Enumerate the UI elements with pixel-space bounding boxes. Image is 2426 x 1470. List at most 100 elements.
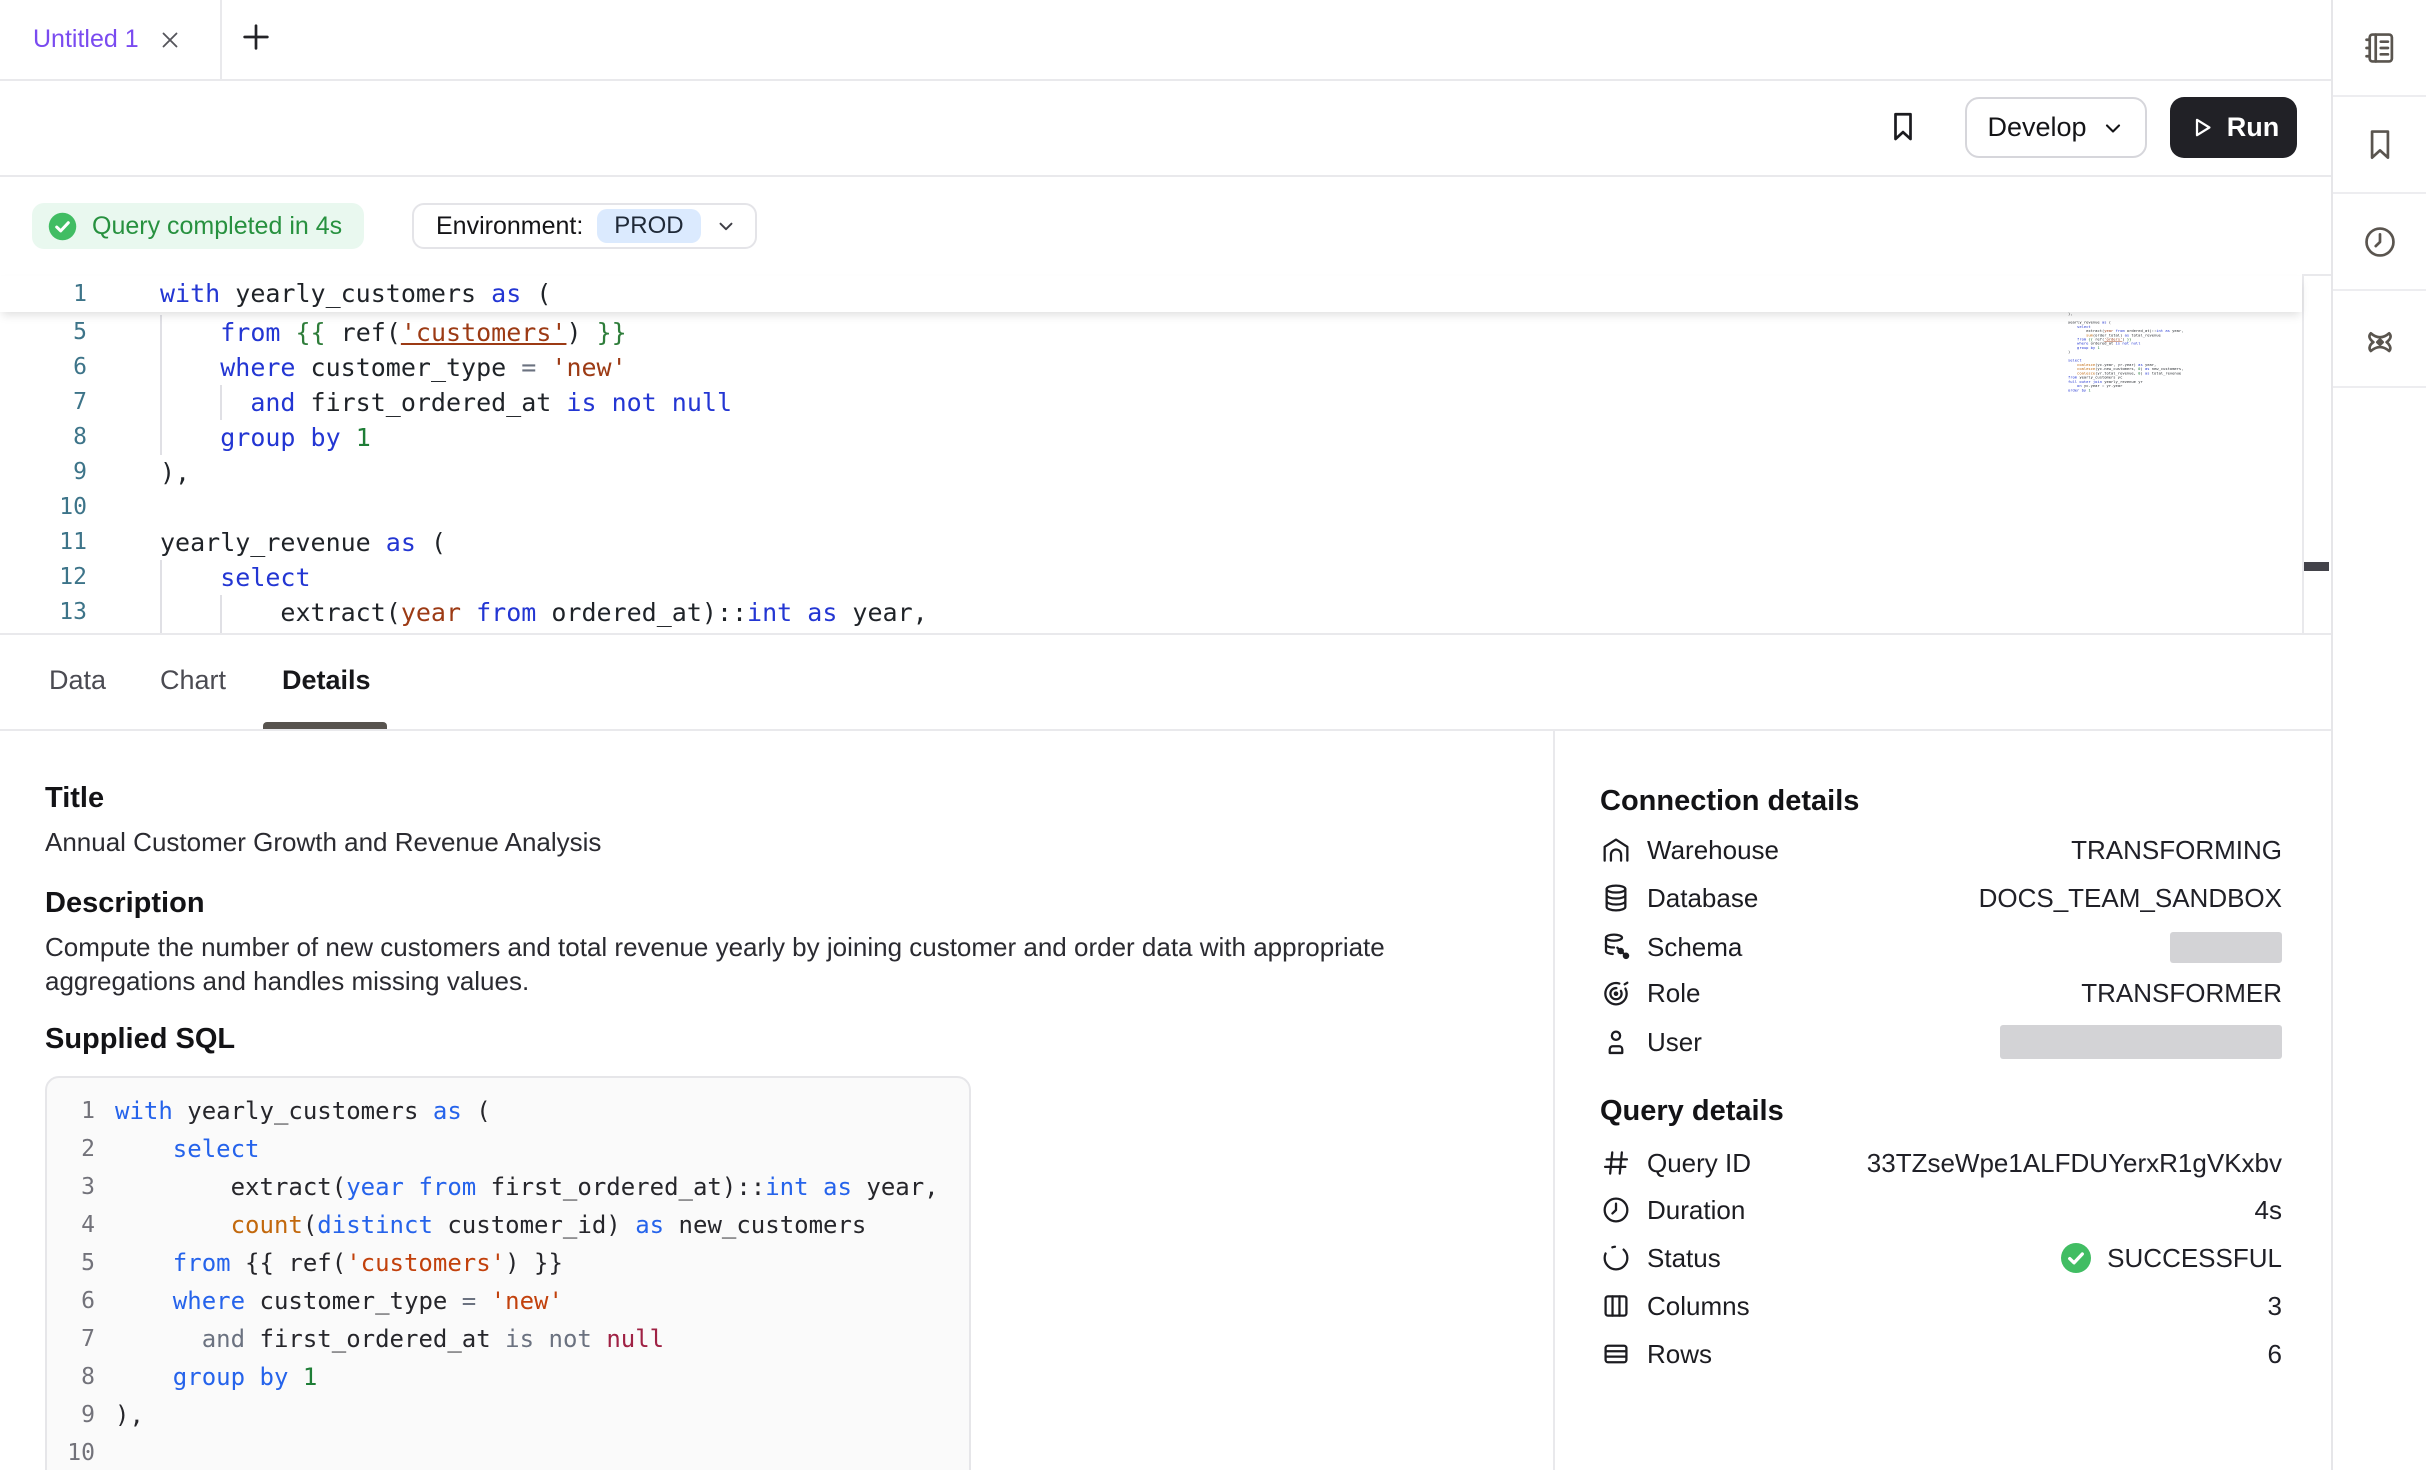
rail-button-history[interactable] [2333, 194, 2426, 291]
detail-row: Schema [1600, 923, 2282, 971]
code-line: 9), [0, 455, 2302, 490]
play-icon [2188, 114, 2215, 141]
row-value: 4s [2255, 1195, 2282, 1226]
rail-button-notebook[interactable] [2333, 0, 2426, 97]
detail-row: Query ID 33TZseWpe1ALFDUYerxR1gVKxbv [1600, 1139, 2282, 1187]
indent-guide [160, 315, 162, 455]
sql-block-line: 1with yearly_customers as ( [47, 1092, 969, 1130]
row-label: Role [1647, 978, 1700, 1009]
sql-block-line: 5 from {{ ref('customers') }} [47, 1244, 969, 1282]
detail-row: User [1600, 1018, 2282, 1066]
row-label: User [1647, 1027, 1702, 1058]
query-details-heading: Query details [1600, 1095, 1784, 1128]
develop-dropdown[interactable]: Develop [1965, 97, 2147, 158]
run-button[interactable]: Run [2170, 97, 2297, 158]
detail-row: StatusSUCCESSFUL [1600, 1234, 2282, 1282]
code-text: select [160, 560, 311, 595]
sql-text: and first_ordered_at is not null [115, 1320, 664, 1358]
detail-row: Role TRANSFORMER [1600, 969, 2282, 1017]
row-value: TRANSFORMING [2071, 835, 2282, 866]
scrollbar-thumb[interactable] [2304, 562, 2329, 571]
sql-editor[interactable]: Query completed in 4s Environment: PROD … [0, 177, 2331, 635]
columns-icon [1600, 1290, 1632, 1322]
code-line: 5 from {{ ref('customers') }} [0, 315, 2302, 350]
tab-data[interactable]: Data [49, 665, 106, 696]
title-text: Annual Customer Growth and Revenue Analy… [45, 825, 601, 859]
rail-button-bookmark[interactable] [2333, 97, 2426, 194]
tab-chart[interactable]: Chart [160, 665, 226, 696]
redacted-value [2170, 932, 2282, 963]
sql-text: ), [115, 1396, 144, 1434]
line-number: 7 [0, 385, 87, 420]
code-line: 10 [0, 490, 2302, 525]
code-text: group by 1 [160, 420, 371, 455]
sql-block-line: 8 group by 1 [47, 1358, 969, 1396]
line-number: 10 [47, 1434, 95, 1470]
close-icon[interactable] [157, 27, 183, 53]
compass-icon [2361, 320, 2399, 358]
code-text: extract(year from ordered_at)::int as ye… [160, 595, 928, 630]
detail-row: Duration 4s [1600, 1186, 2282, 1234]
row-value: TRANSFORMER [2081, 978, 2282, 1009]
tab-details[interactable]: Details [282, 665, 371, 696]
title-heading: Title [45, 782, 104, 815]
sql-text: group by 1 [115, 1358, 317, 1396]
line-number: 11 [0, 525, 87, 560]
bookmark-icon [1885, 109, 1921, 150]
sticky-code-line: 1with yearly_customers as ( [0, 276, 2302, 312]
rows-icon [1600, 1338, 1632, 1370]
code-line: 7 and first_ordered_at is not null [0, 385, 2302, 420]
code-text: and first_ordered_at is not null [160, 385, 732, 420]
row-value: 6 [2268, 1339, 2282, 1370]
description-text: Compute the number of new customers and … [45, 930, 1435, 998]
indent-guide [220, 385, 222, 420]
code-text [160, 490, 175, 525]
line-number: 3 [47, 1168, 95, 1206]
environment-selector[interactable]: Environment: PROD [412, 203, 757, 249]
run-label: Run [2227, 112, 2279, 143]
details-panel: Title Annual Customer Growth and Revenue… [0, 731, 2331, 1470]
editor-tab-bar: Untitled 1 [0, 0, 2331, 81]
line-number: 5 [47, 1244, 95, 1282]
editor-scrollbar[interactable] [2302, 274, 2331, 635]
code-line: 12 select [0, 560, 2302, 595]
row-label: Columns [1647, 1291, 1750, 1322]
code-line: 6 where customer_type = 'new' [0, 350, 2302, 385]
row-value: SUCCESSFUL [2107, 1243, 2282, 1274]
develop-label: Develop [1987, 112, 2086, 143]
tab-untitled-1[interactable]: Untitled 1 [0, 0, 222, 79]
history-icon [2361, 223, 2399, 261]
row-value: 33TZseWpe1ALFDUYerxR1gVKxbv [1867, 1148, 2282, 1179]
row-label: Query ID [1647, 1148, 1751, 1179]
row-label: Database [1647, 883, 1758, 914]
sql-block-line: 10 [47, 1434, 969, 1470]
check-circle-icon [46, 210, 79, 243]
connection-details-heading: Connection details [1600, 785, 1859, 818]
sql-block-line: 7 and first_ordered_at is not null [47, 1320, 969, 1358]
supplied-sql-block: 1with yearly_customers as (2 select3 ext… [45, 1076, 971, 1470]
sql-block-line: 4 count(distinct customer_id) as new_cus… [47, 1206, 969, 1244]
bookmark-button[interactable] [1884, 98, 1922, 160]
line-number: 10 [0, 490, 87, 525]
line-number: 6 [47, 1282, 95, 1320]
schema-icon [1600, 931, 1632, 963]
app-window: Untitled 1 Develop [0, 0, 2426, 1470]
row-label: Warehouse [1647, 835, 1779, 866]
code-line: 11yearly_revenue as ( [0, 525, 2302, 560]
sql-text: extract(year from first_ordered_at)::int… [115, 1168, 939, 1206]
sql-block-line: 9), [47, 1396, 969, 1434]
line-number: 12 [0, 560, 87, 595]
plus-icon [239, 20, 273, 59]
detail-row: Warehouse TRANSFORMING [1600, 826, 2282, 874]
sql-text: count(distinct customer_id) as new_custo… [115, 1206, 866, 1244]
row-label: Duration [1647, 1195, 1745, 1226]
hash-icon [1600, 1147, 1632, 1179]
query-status-pill: Query completed in 4s [32, 203, 364, 249]
row-value: 3 [2268, 1291, 2282, 1322]
rail-button-compass[interactable] [2333, 291, 2426, 388]
description-heading: Description [45, 887, 205, 920]
sql-block-line: 3 extract(year from first_ordered_at)::i… [47, 1168, 969, 1206]
new-tab-button[interactable] [233, 0, 279, 79]
database-icon [1600, 882, 1632, 914]
details-right-pane: Connection details Warehouse TRANSFORMING… [1557, 731, 2331, 1470]
